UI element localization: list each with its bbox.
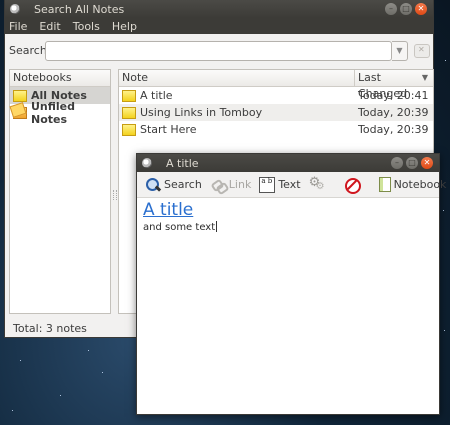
column-header-last-changed[interactable]: Last Changed ▼ [355,70,433,100]
menubar: File Edit Tools Help [5,18,433,34]
link-button-label: Link [228,178,252,191]
menu-tools[interactable]: Tools [73,20,100,33]
delete-button[interactable] [340,175,367,195]
note-body-text[interactable]: and some text [143,221,433,233]
menu-file[interactable]: File [9,20,27,33]
tools-button[interactable] [305,175,332,195]
text-cursor [216,221,218,232]
window-controls: – □ ✕ [385,3,427,15]
table-row[interactable]: Using Links in Tomboy Today, 20:39 [119,104,433,121]
text-button-label: Text [278,178,301,191]
note-title-cell: Using Links in Tomboy [140,106,263,119]
search-button[interactable]: Search [141,175,206,195]
search-input[interactable] [45,41,392,61]
close-icon[interactable]: ✕ [415,3,427,15]
maximize-icon[interactable]: □ [406,157,418,169]
column-header-note[interactable]: Note [119,70,355,86]
app-menu-icon[interactable] [10,4,20,14]
link-button[interactable]: Link [206,175,256,195]
note-titlebar[interactable]: A title – □ ✕ [137,154,439,172]
note-title-cell: A title [140,89,173,102]
note-body-text-content: and some text [143,222,216,233]
maximize-icon[interactable]: □ [400,3,412,15]
notebooks-header[interactable]: Notebooks [10,70,110,87]
minimize-icon[interactable]: – [385,3,397,15]
text-button[interactable]: a b Text [255,175,304,195]
notebooks-pane: Notebooks All Notes Unfiled Notes [9,69,111,314]
note-window: A title – □ ✕ Search Link a b Text ⚙ ⚙ N… [136,153,446,415]
note-window-title: A title [166,156,199,170]
minimize-icon[interactable]: – [391,157,403,169]
menu-help[interactable]: Help [112,20,137,33]
window-controls: – □ ✕ [391,157,433,169]
column-header-label: Last Changed [358,71,408,100]
note-icon [13,89,27,102]
menu-edit[interactable]: Edit [39,20,60,33]
app-menu-icon[interactable] [142,158,152,168]
gears-icon [309,175,325,193]
table-row[interactable]: Start Here Today, 20:39 [119,121,433,138]
notes-stack-icon [13,106,27,119]
pane-splitter[interactable] [113,190,117,200]
search-icon [145,177,161,193]
notebook-icon [378,177,391,192]
delete-icon [344,177,361,194]
notes-list-header: Note Last Changed ▼ [119,70,433,100]
note-changed-cell: Today, 20:39 [358,106,429,119]
notebook-button[interactable]: Notebook [375,175,450,195]
search-button-label: Search [164,178,202,191]
notebook-button-label: Notebook [393,178,447,191]
note-title-cell: Start Here [140,123,197,136]
link-icon [210,177,226,193]
sort-descending-icon: ▼ [421,73,428,82]
notebook-label: Unfiled Notes [31,99,76,126]
main-titlebar[interactable]: Search All Notes – □ ✕ [5,0,433,18]
close-icon[interactable]: ✕ [421,157,433,169]
note-toolbar: Search Link a b Text Notebook [137,172,446,198]
notebook-item-unfiled-notes[interactable]: Unfiled Notes [10,100,110,126]
clear-search-button[interactable] [414,44,430,58]
note-icon [122,123,136,136]
note-icon [122,106,136,119]
note-icon [122,89,136,102]
status-bar: Total: 3 notes [13,322,87,335]
window-title: Search All Notes [34,2,125,16]
search-row: Search: ▼ [5,40,433,62]
text-format-icon: a b [259,176,276,193]
note-changed-cell: Today, 20:39 [358,123,429,136]
note-editor[interactable]: A title and some text [137,198,439,235]
note-title[interactable]: A title [143,200,433,220]
search-history-dropdown[interactable]: ▼ [392,41,408,61]
